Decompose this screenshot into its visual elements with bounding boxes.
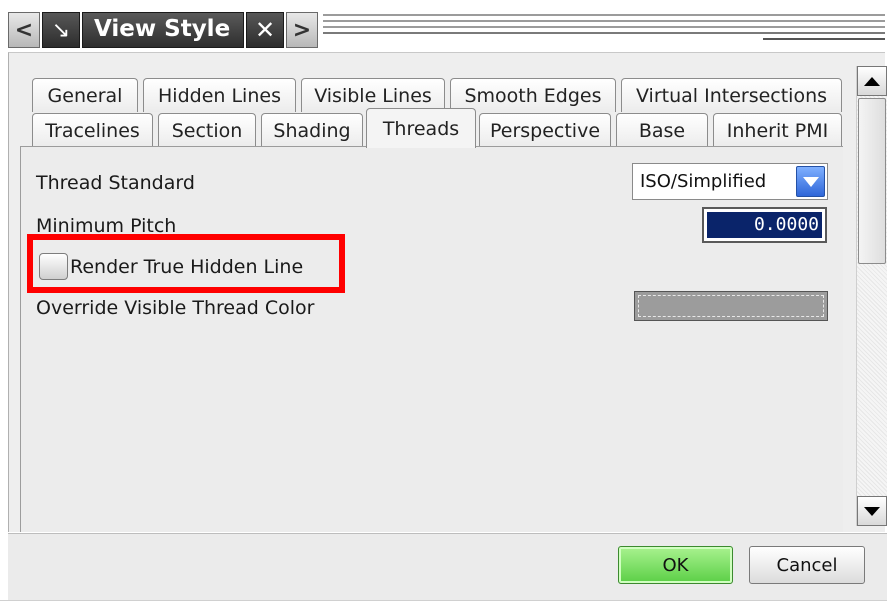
dock-arrow-icon: ↘ [51,17,71,43]
dock-button[interactable]: ↘ [42,12,80,48]
scroll-thumb[interactable] [858,98,886,264]
thread-standard-value: ISO/Simplified [640,171,767,192]
override-visible-thread-color-label: Override Visible Thread Color [36,297,315,319]
thread-standard-label: Thread Standard [36,172,195,194]
tab-perspective[interactable]: Perspective [479,113,611,147]
cancel-button[interactable]: Cancel [749,546,865,584]
tab-shading[interactable]: Shading [261,113,363,147]
tab-general[interactable]: General [32,78,138,112]
close-button[interactable]: ✕ [246,12,284,48]
ok-button[interactable]: OK [618,546,733,584]
scroll-down-button[interactable] [857,496,887,526]
tab-visible-lines[interactable]: Visible Lines [301,78,445,112]
tab-base[interactable]: Base [616,113,708,147]
chevron-down-icon[interactable] [796,166,825,197]
dock-titlebar: < ↘ View Style ✕ > [0,0,887,52]
back-button[interactable]: < [8,12,40,48]
drag-grip[interactable] [323,14,885,46]
minimum-pitch-value: 0.0000 [707,212,822,238]
scroll-up-button[interactable] [857,66,887,96]
minimum-pitch-field[interactable]: 0.0000 [702,207,827,243]
tab-tracelines[interactable]: Tracelines [32,113,153,147]
arrow-up-icon [864,76,880,86]
tab-section[interactable]: Section [158,113,256,147]
red-highlight-box [27,234,345,293]
tab-inherit-pmi[interactable]: Inherit PMI [713,113,842,147]
thread-color-swatch[interactable] [634,291,828,321]
tab-hidden-lines[interactable]: Hidden Lines [143,78,296,112]
forward-button[interactable]: > [286,12,318,48]
close-icon: ✕ [254,16,276,44]
tab-threads[interactable]: Threads [366,108,476,148]
chevron-right-icon: > [292,17,312,43]
tab-virtual-intersections[interactable]: Virtual Intersections [621,78,842,112]
thread-standard-select[interactable]: ISO/Simplified [632,163,828,200]
threads-tab-content [20,146,843,532]
arrow-down-icon [864,506,880,516]
vertical-scrollbar[interactable] [856,66,887,526]
dock-title: View Style [82,12,244,48]
chevron-left-icon: < [14,17,34,43]
tab-smooth-edges[interactable]: Smooth Edges [450,78,616,112]
